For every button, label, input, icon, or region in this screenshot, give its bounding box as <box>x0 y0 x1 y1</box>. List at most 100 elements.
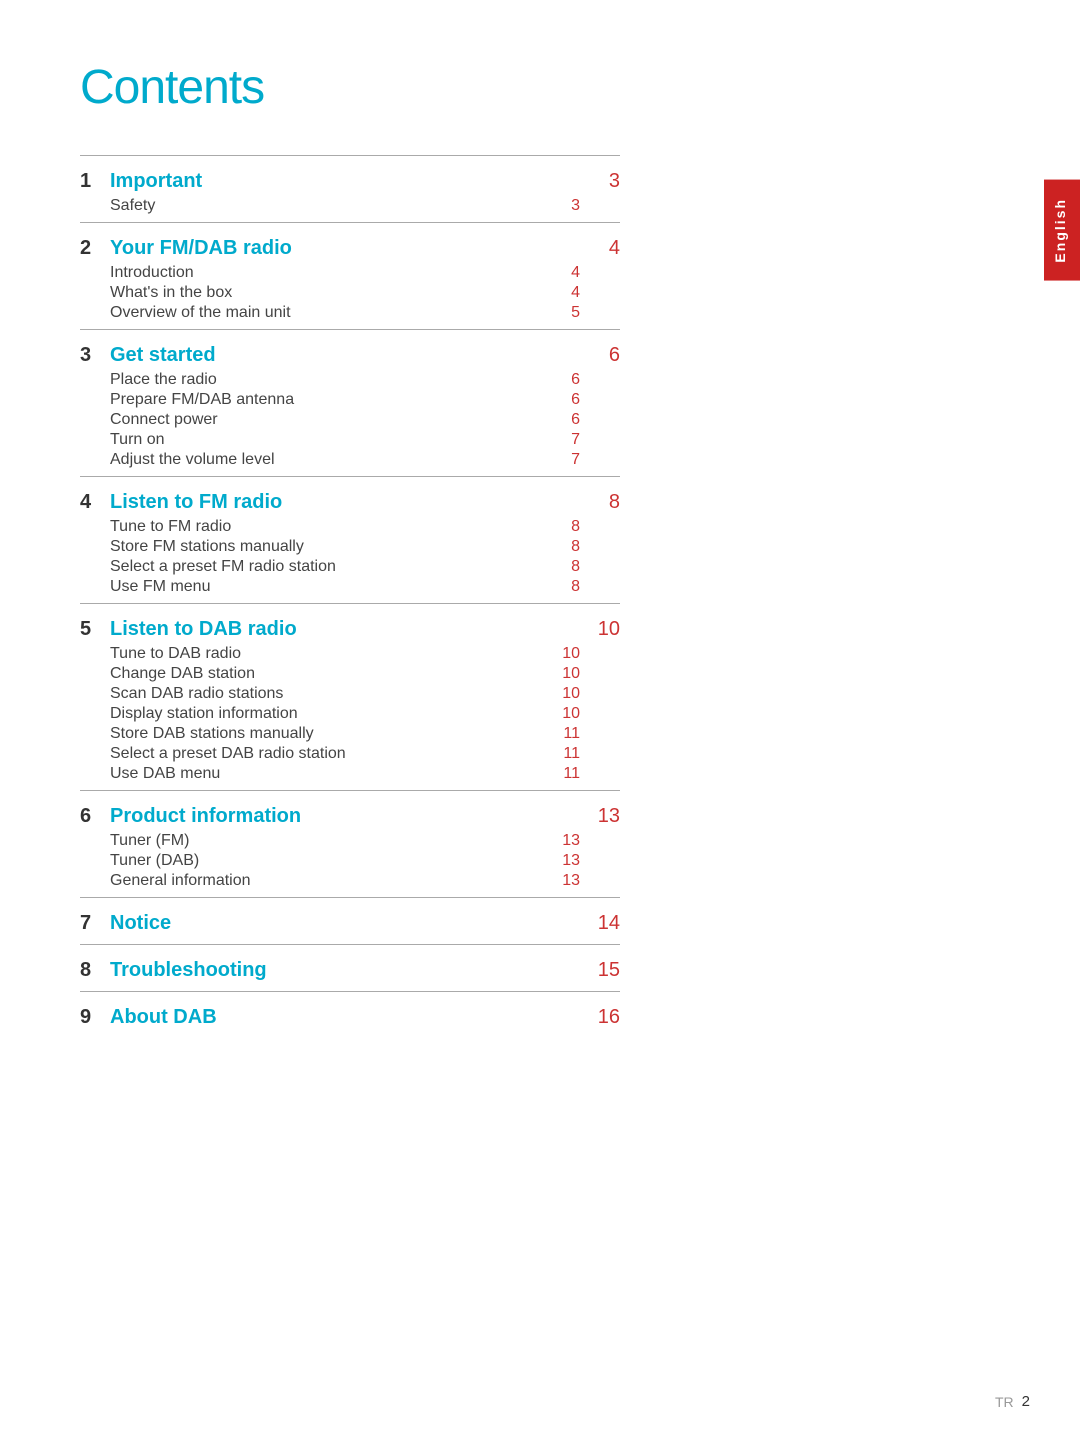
section-page-2: 4 <box>580 223 620 330</box>
section-number-2: 2 <box>80 223 110 330</box>
footer-page: 2 <box>1022 1393 1030 1410</box>
section-title-1: Important <box>110 170 580 193</box>
sub-item-page: 4 <box>550 284 580 302</box>
list-item: Overview of the main unit 5 <box>110 303 580 323</box>
sub-item-page: 6 <box>550 391 580 409</box>
sub-item-page: 8 <box>550 518 580 536</box>
list-item: Select a preset DAB radio station 11 <box>110 744 580 764</box>
sub-item-label: Connect power <box>110 411 218 429</box>
sub-item-page: 10 <box>550 685 580 703</box>
section-title-cell-8: Troubleshooting <box>110 945 580 992</box>
sub-item-label: Select a preset DAB radio station <box>110 745 346 763</box>
sub-item-label: Adjust the volume level <box>110 451 275 469</box>
list-item: Tune to DAB radio10 <box>110 644 580 664</box>
toc-section-3: 3Get startedPlace the radio6Prepare FM/D… <box>80 330 620 477</box>
section-number-4: 4 <box>80 477 110 604</box>
list-item: Scan DAB radio stations 10 <box>110 684 580 704</box>
section-page-3: 6 <box>580 330 620 477</box>
sub-item-label: Safety <box>110 197 155 215</box>
sub-item-page: 7 <box>550 451 580 469</box>
section-page-7: 14 <box>580 898 620 945</box>
sub-items-4: Tune to FM radio 8 Store FM stations manua… <box>110 517 580 597</box>
page-title: Contents <box>80 60 620 115</box>
section-title-cell-1: Important Safety 3 <box>110 156 580 223</box>
sub-item-label: Tune to FM radio <box>110 518 231 536</box>
section-number-5: 5 <box>80 604 110 791</box>
sub-items-3: Place the radio 6 Prepare FM/DAB antenna 6 C… <box>110 370 580 470</box>
sub-item-label: Store FM stations manually <box>110 538 304 556</box>
list-item: General information13 <box>110 871 580 891</box>
sub-item-page: 11 <box>550 765 580 783</box>
list-item: Change DAB station 10 <box>110 664 580 684</box>
toc-section-4: 4Listen to FM radio Tune to FM radio 8 Stor… <box>80 477 620 604</box>
toc-section-1: 1ImportantSafety33 <box>80 156 620 223</box>
section-title-cell-5: Listen to DAB radio Tune to DAB radio10Ch… <box>110 604 580 791</box>
sub-items-5: Tune to DAB radio10Change DAB station10S… <box>110 644 580 784</box>
sub-item-page: 5 <box>550 304 580 322</box>
footer: TR 2 <box>995 1393 1030 1410</box>
footer-lang: TR <box>995 1394 1014 1410</box>
sub-item-label: Introduction <box>110 264 194 282</box>
section-page-6: 13 <box>580 791 620 898</box>
sub-item-label: Change DAB station <box>110 665 255 683</box>
section-title-cell-9: About DAB <box>110 992 580 1039</box>
sub-item-page: 13 <box>550 852 580 870</box>
list-item: Use DAB menu 11 <box>110 764 580 784</box>
sub-items-2: Introduction 4What's in the box 4Overview … <box>110 263 580 323</box>
sub-item-page: 10 <box>550 665 580 683</box>
sub-item-label: Place the radio <box>110 371 217 389</box>
sub-item-label: What's in the box <box>110 284 232 302</box>
list-item: Use FM menu 8 <box>110 577 580 597</box>
sub-item-page: 8 <box>550 578 580 596</box>
toc-section-7: 7Notice14 <box>80 898 620 945</box>
main-content: Contents 1ImportantSafety332Your FM/DAB … <box>0 0 700 1098</box>
section-number-9: 9 <box>80 992 110 1039</box>
toc-table: 1ImportantSafety332Your FM/DAB radioIntr… <box>80 155 620 1038</box>
sub-item-label: Tuner (DAB) <box>110 852 199 870</box>
list-item: Turn on 7 <box>110 430 580 450</box>
section-title-cell-6: Product informationTuner (FM)13Tuner (DA… <box>110 791 580 898</box>
section-page-1: 3 <box>580 156 620 223</box>
sub-item-label: Overview of the main unit <box>110 304 291 322</box>
section-page-9: 16 <box>580 992 620 1039</box>
toc-section-8: 8Troubleshooting15 <box>80 945 620 992</box>
sub-item-label: Use FM menu <box>110 578 210 596</box>
section-title-cell-3: Get startedPlace the radio6Prepare FM/DA… <box>110 330 580 477</box>
list-item: What's in the box 4 <box>110 283 580 303</box>
section-title-8: Troubleshooting <box>110 959 580 982</box>
sub-item-page: 11 <box>550 745 580 763</box>
toc-section-2: 2Your FM/DAB radioIntroduction4What's in… <box>80 223 620 330</box>
list-item: Place the radio 6 <box>110 370 580 390</box>
section-number-8: 8 <box>80 945 110 992</box>
sub-item-label: Store DAB stations manually <box>110 725 314 743</box>
toc-section-6: 6Product informationTuner (FM)13Tuner (D… <box>80 791 620 898</box>
section-page-4: 8 <box>580 477 620 604</box>
sub-item-label: Prepare FM/DAB antenna <box>110 391 294 409</box>
list-item: Display station information 10 <box>110 704 580 724</box>
section-title-3: Get started <box>110 344 580 367</box>
section-number-7: 7 <box>80 898 110 945</box>
sub-item-label: Select a preset FM radio station <box>110 558 336 576</box>
list-item: Tuner (FM)13 <box>110 831 580 851</box>
list-item: Prepare FM/DAB antenna 6 <box>110 390 580 410</box>
sub-item-page: 8 <box>550 558 580 576</box>
list-item: Tune to FM radio 8 <box>110 517 580 537</box>
sub-item-label: Tuner (FM) <box>110 832 189 850</box>
section-title-cell-2: Your FM/DAB radioIntroduction4What's in … <box>110 223 580 330</box>
list-item: Tuner (DAB) 13 <box>110 851 580 871</box>
sub-item-page: 10 <box>550 705 580 723</box>
sub-item-label: Turn on <box>110 431 165 449</box>
section-title-5: Listen to DAB radio <box>110 618 580 641</box>
section-title-4: Listen to FM radio <box>110 491 580 514</box>
sub-item-label: Display station information <box>110 705 298 723</box>
sub-item-label: Scan DAB radio stations <box>110 685 283 703</box>
sub-item-label: Use DAB menu <box>110 765 220 783</box>
sub-item-page: 7 <box>550 431 580 449</box>
section-title-cell-4: Listen to FM radio Tune to FM radio 8 Store… <box>110 477 580 604</box>
sub-item-page: 10 <box>550 645 580 663</box>
section-title-2: Your FM/DAB radio <box>110 237 580 260</box>
list-item: Adjust the volume level 7 <box>110 450 580 470</box>
sub-item-page: 3 <box>550 197 580 215</box>
sub-item-page: 6 <box>550 371 580 389</box>
section-number-3: 3 <box>80 330 110 477</box>
